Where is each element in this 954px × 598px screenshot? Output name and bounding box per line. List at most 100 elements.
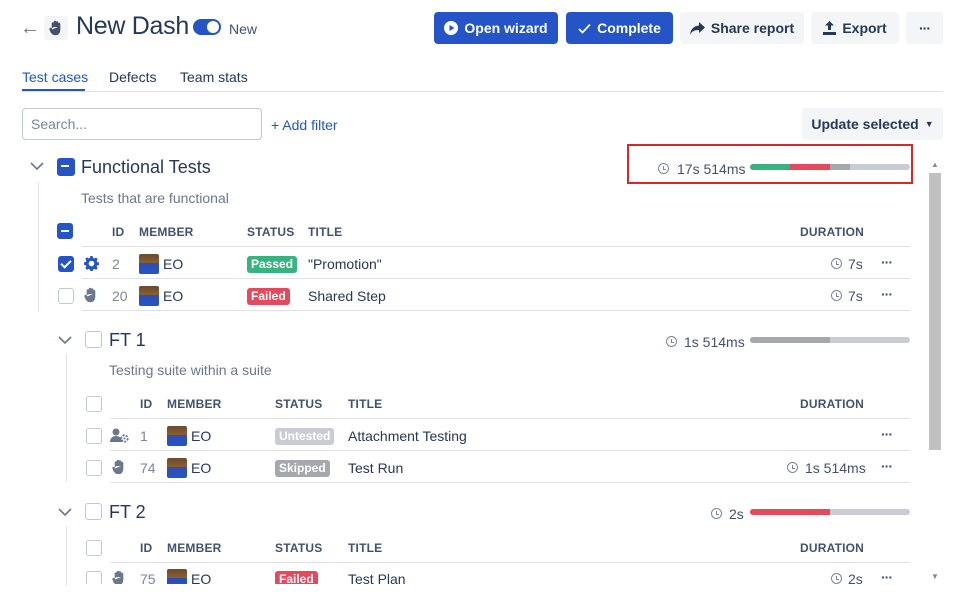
suite-checkbox[interactable] <box>57 158 75 176</box>
row-id: 1 <box>140 428 148 444</box>
suite-checkbox[interactable] <box>85 331 102 348</box>
row-divider <box>110 482 910 483</box>
row-id: 75 <box>140 571 156 584</box>
tab-test-cases[interactable]: Test cases <box>22 69 88 85</box>
avatar <box>139 254 159 274</box>
tab-defects[interactable]: Defects <box>109 69 156 85</box>
page-title: New Dash <box>76 12 189 40</box>
row-divider <box>110 418 910 419</box>
suite-duration: 1s 514ms <box>684 334 745 350</box>
row-more-icon[interactable]: ··· <box>881 458 893 474</box>
column-title[interactable]: TITLE <box>348 541 382 555</box>
select-all-checkbox[interactable] <box>86 540 102 556</box>
complete-button[interactable]: Complete <box>566 12 673 44</box>
row-duration: 2s <box>848 571 863 584</box>
status-badge: Failed <box>275 571 318 584</box>
clock-icon <box>831 290 842 301</box>
row-divider <box>82 246 910 247</box>
back-arrow-icon[interactable]: ← <box>20 17 40 40</box>
column-title[interactable]: TITLE <box>308 225 342 239</box>
play-icon <box>444 21 459 35</box>
column-status[interactable]: STATUS <box>275 397 322 411</box>
share-icon <box>689 21 705 35</box>
row-divider <box>82 310 910 311</box>
row-more-icon[interactable]: ··· <box>881 254 893 270</box>
column-duration[interactable]: DURATION <box>800 397 864 411</box>
add-filter-link[interactable]: + Add filter <box>271 117 338 133</box>
row-member: EO <box>191 460 212 476</box>
avatar <box>167 426 187 446</box>
row-more-icon[interactable]: ··· <box>881 286 893 302</box>
select-all-checkbox[interactable] <box>57 223 73 239</box>
row-duration: 7s <box>848 288 863 304</box>
row-title[interactable]: Attachment Testing <box>348 428 467 444</box>
avatar <box>167 569 187 584</box>
chevron-down-icon[interactable] <box>30 160 44 174</box>
row-duration: 7s <box>848 256 863 272</box>
column-duration[interactable]: DURATION <box>800 225 864 239</box>
column-duration[interactable]: DURATION <box>800 541 864 555</box>
row-checkbox[interactable] <box>86 428 102 444</box>
status-badge: Untested <box>275 428 335 445</box>
column-id[interactable]: ID <box>112 225 124 239</box>
row-divider <box>110 450 910 451</box>
row-checkbox[interactable] <box>58 256 74 272</box>
toggle-label: New <box>229 21 258 37</box>
search-input[interactable] <box>22 108 262 140</box>
status-badge: Passed <box>247 256 298 273</box>
column-id[interactable]: ID <box>140 541 152 555</box>
row-more-icon[interactable]: ··· <box>881 426 893 442</box>
open-wizard-label: Open wizard <box>464 20 548 36</box>
column-status[interactable]: STATUS <box>275 541 322 555</box>
select-all-checkbox[interactable] <box>86 396 102 412</box>
suite-title: FT 1 <box>109 330 146 350</box>
row-title[interactable]: Test Plan <box>348 571 406 584</box>
row-title[interactable]: Test Run <box>348 460 403 476</box>
share-report-label: Share report <box>710 20 795 36</box>
status-badge: Skipped <box>275 460 330 477</box>
column-member[interactable]: MEMBER <box>139 225 194 239</box>
complete-label: Complete <box>597 20 661 36</box>
open-wizard-button[interactable]: Open wizard <box>434 12 558 44</box>
update-selected-button[interactable]: Update selected ▼ <box>802 108 943 140</box>
tab-team-stats[interactable]: Team stats <box>180 69 248 85</box>
row-checkbox[interactable] <box>86 571 102 584</box>
row-id: 20 <box>112 288 128 304</box>
chevron-down-icon[interactable] <box>58 506 72 520</box>
more-actions-button[interactable]: ··· <box>906 12 943 44</box>
clock-icon <box>831 573 842 584</box>
hand-icon <box>112 570 126 584</box>
new-toggle[interactable] <box>193 19 221 35</box>
row-more-icon[interactable]: ··· <box>881 569 893 584</box>
scrollbar-thumb[interactable] <box>929 173 941 450</box>
column-title[interactable]: TITLE <box>348 397 382 411</box>
share-report-button[interactable]: Share report <box>680 12 804 44</box>
chevron-down-icon[interactable] <box>58 334 72 348</box>
export-button[interactable]: Export <box>811 12 899 44</box>
column-id[interactable]: ID <box>140 397 152 411</box>
highlight-box <box>627 144 913 184</box>
scroll-up-icon[interactable]: ▲ <box>931 160 939 169</box>
row-duration: 1s 514ms <box>805 460 866 476</box>
row-checkbox[interactable] <box>58 288 74 304</box>
tree-line <box>38 182 39 312</box>
suite-description: Testing suite within a suite <box>109 362 272 378</box>
user-gear-icon <box>110 428 129 448</box>
column-status[interactable]: STATUS <box>247 225 294 239</box>
avatar <box>139 286 159 306</box>
row-divider <box>82 278 910 279</box>
export-label: Export <box>842 20 887 36</box>
hand-icon <box>44 16 68 40</box>
avatar <box>167 458 187 478</box>
row-title[interactable]: Shared Step <box>308 288 386 304</box>
suite-checkbox[interactable] <box>85 503 102 520</box>
clock-icon <box>711 508 722 519</box>
scroll-down-icon[interactable]: ▼ <box>931 572 939 581</box>
column-member[interactable]: MEMBER <box>167 397 222 411</box>
clock-icon <box>787 462 798 473</box>
column-member[interactable]: MEMBER <box>167 541 222 555</box>
row-member: EO <box>163 288 184 304</box>
row-title[interactable]: "Promotion" <box>308 256 382 272</box>
suite-title: FT 2 <box>109 502 146 522</box>
row-checkbox[interactable] <box>86 460 102 476</box>
